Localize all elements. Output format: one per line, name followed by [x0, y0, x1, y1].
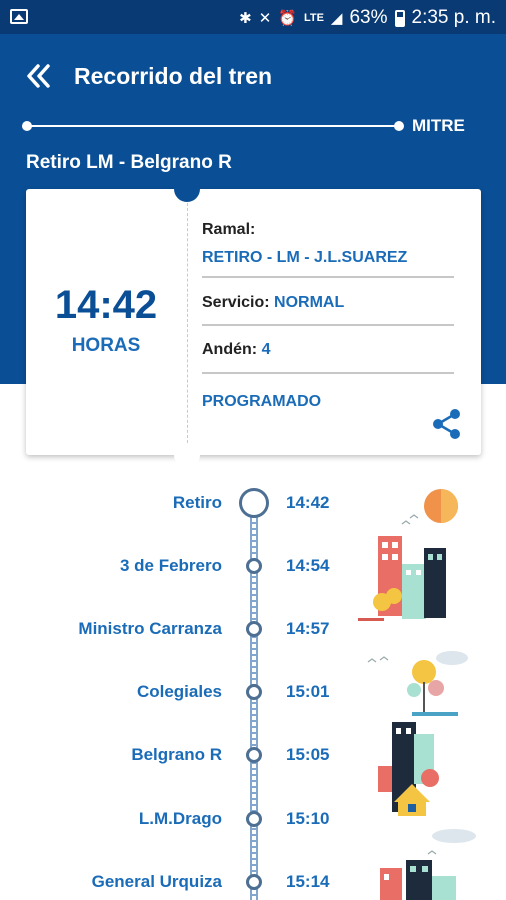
service-status: PROGRAMADO: [202, 393, 322, 410]
departure-time: 14:42: [54, 283, 158, 327]
stop-time: 14:57: [286, 619, 330, 638]
stop-node: [246, 747, 262, 763]
stop-time: 15:05: [286, 745, 330, 764]
line-end-dot: [394, 121, 404, 131]
anden-value: 4: [261, 341, 271, 358]
card-divider: [187, 203, 188, 443]
signal-icon: ◢: [330, 10, 343, 27]
page-title: Recorrido del tren: [74, 63, 273, 89]
servicio-field: Servicio: NORMAL: [202, 294, 344, 312]
gallery-notification-icon: [10, 9, 28, 24]
stop-name: General Urquiza: [91, 872, 222, 891]
line-name: MITRE: [412, 116, 465, 135]
card-notch-bottom: [174, 442, 200, 468]
stop-node-current: [239, 488, 269, 518]
anden-label: Andén:: [202, 341, 258, 358]
mute-icon: ✕: [258, 10, 272, 27]
share-button[interactable]: [432, 408, 462, 440]
buildings-illustration: [380, 829, 476, 900]
city-sun-illustration: [358, 489, 458, 621]
train-info-card: 14:42 HORAS Ramal: RETIRO - LM - J.L.SUA…: [26, 176, 481, 468]
stop-node: [246, 684, 262, 700]
stop-name: Belgrano R: [131, 745, 222, 764]
line-indicator: MITRE: [22, 114, 482, 138]
separator: [202, 324, 454, 326]
stop-node: [246, 558, 262, 574]
back-button[interactable]: [24, 60, 56, 92]
ramal-label: Ramal:: [202, 221, 256, 238]
stop-time: 15:14: [286, 872, 330, 891]
battery-percent: 63%: [349, 7, 388, 28]
share-icon: [433, 409, 460, 439]
separator: [202, 276, 454, 278]
bluetooth-icon: ✱: [239, 10, 252, 27]
anden-field: Andén: 4: [202, 341, 270, 359]
stop-time: 14:54: [286, 556, 330, 575]
stop-name: 3 de Febrero: [119, 556, 222, 575]
status-bar: ✱ ✕ ⏰ LTE ◢ 63% 2:35 p. m.: [0, 0, 506, 34]
house-illustration: [378, 722, 439, 816]
stop-node: [246, 811, 262, 827]
servicio-label: Servicio:: [202, 294, 270, 311]
card-notch-top: [174, 176, 200, 202]
stop-name: Ministro Carranza: [78, 619, 222, 638]
stop-name: L.M.Drago: [138, 809, 222, 828]
ramal-value: RETIRO - LM - J.L.SUAREZ: [202, 249, 408, 266]
route-title: Retiro LM - Belgrano R: [26, 152, 232, 173]
stop-name: Colegiales: [136, 682, 222, 701]
status-icons: ✱ ✕ ⏰ LTE ◢ 63% 2:35 p. m.: [239, 6, 496, 30]
clock: 2:35 p. m.: [411, 7, 497, 28]
alarm-icon: ⏰: [278, 10, 297, 27]
separator: [202, 372, 454, 374]
departure-time-unit: HORAS: [71, 335, 141, 356]
stop-name: Retiro: [172, 493, 222, 512]
servicio-value: NORMAL: [274, 294, 345, 311]
trees-illustration: [367, 651, 468, 716]
stop-node: [246, 621, 262, 637]
stop-time: 14:42: [286, 493, 330, 512]
network-type: LTE: [303, 12, 324, 24]
line-bar: [26, 125, 398, 127]
stop-node: [246, 874, 262, 890]
stop-time: 15:10: [286, 809, 330, 828]
stop-time: 15:01: [286, 682, 330, 701]
battery-icon: [394, 9, 405, 27]
double-chevron-left-icon: [27, 64, 50, 88]
